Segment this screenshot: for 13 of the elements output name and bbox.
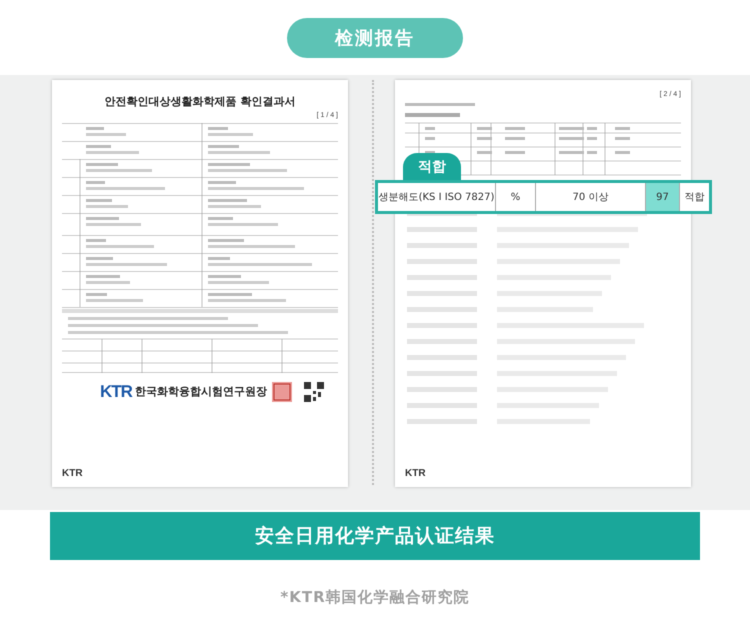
header-badge: 检测报告 xyxy=(287,18,463,58)
ktr-logo: KTR xyxy=(100,381,132,403)
table-cell: 97 xyxy=(646,183,680,211)
stamp-icon xyxy=(270,380,293,403)
qr-code-icon xyxy=(304,382,324,402)
issuer-name: 한국화학융합시험연구원장 xyxy=(134,384,267,400)
table-cell: 생분해도(KS I ISO 7827) xyxy=(378,183,496,211)
footnote: *KTR韩国化学融合研究院 xyxy=(280,587,470,608)
banner: 安全日用化学产品认证结果 xyxy=(50,512,700,560)
ktr-logo: KTR xyxy=(62,467,83,481)
ktr-logo: KTR xyxy=(405,467,426,481)
result-badge: 적합 xyxy=(403,153,461,181)
document-title: 안전확인대상생활화학제품 확인결과서 xyxy=(104,94,296,110)
